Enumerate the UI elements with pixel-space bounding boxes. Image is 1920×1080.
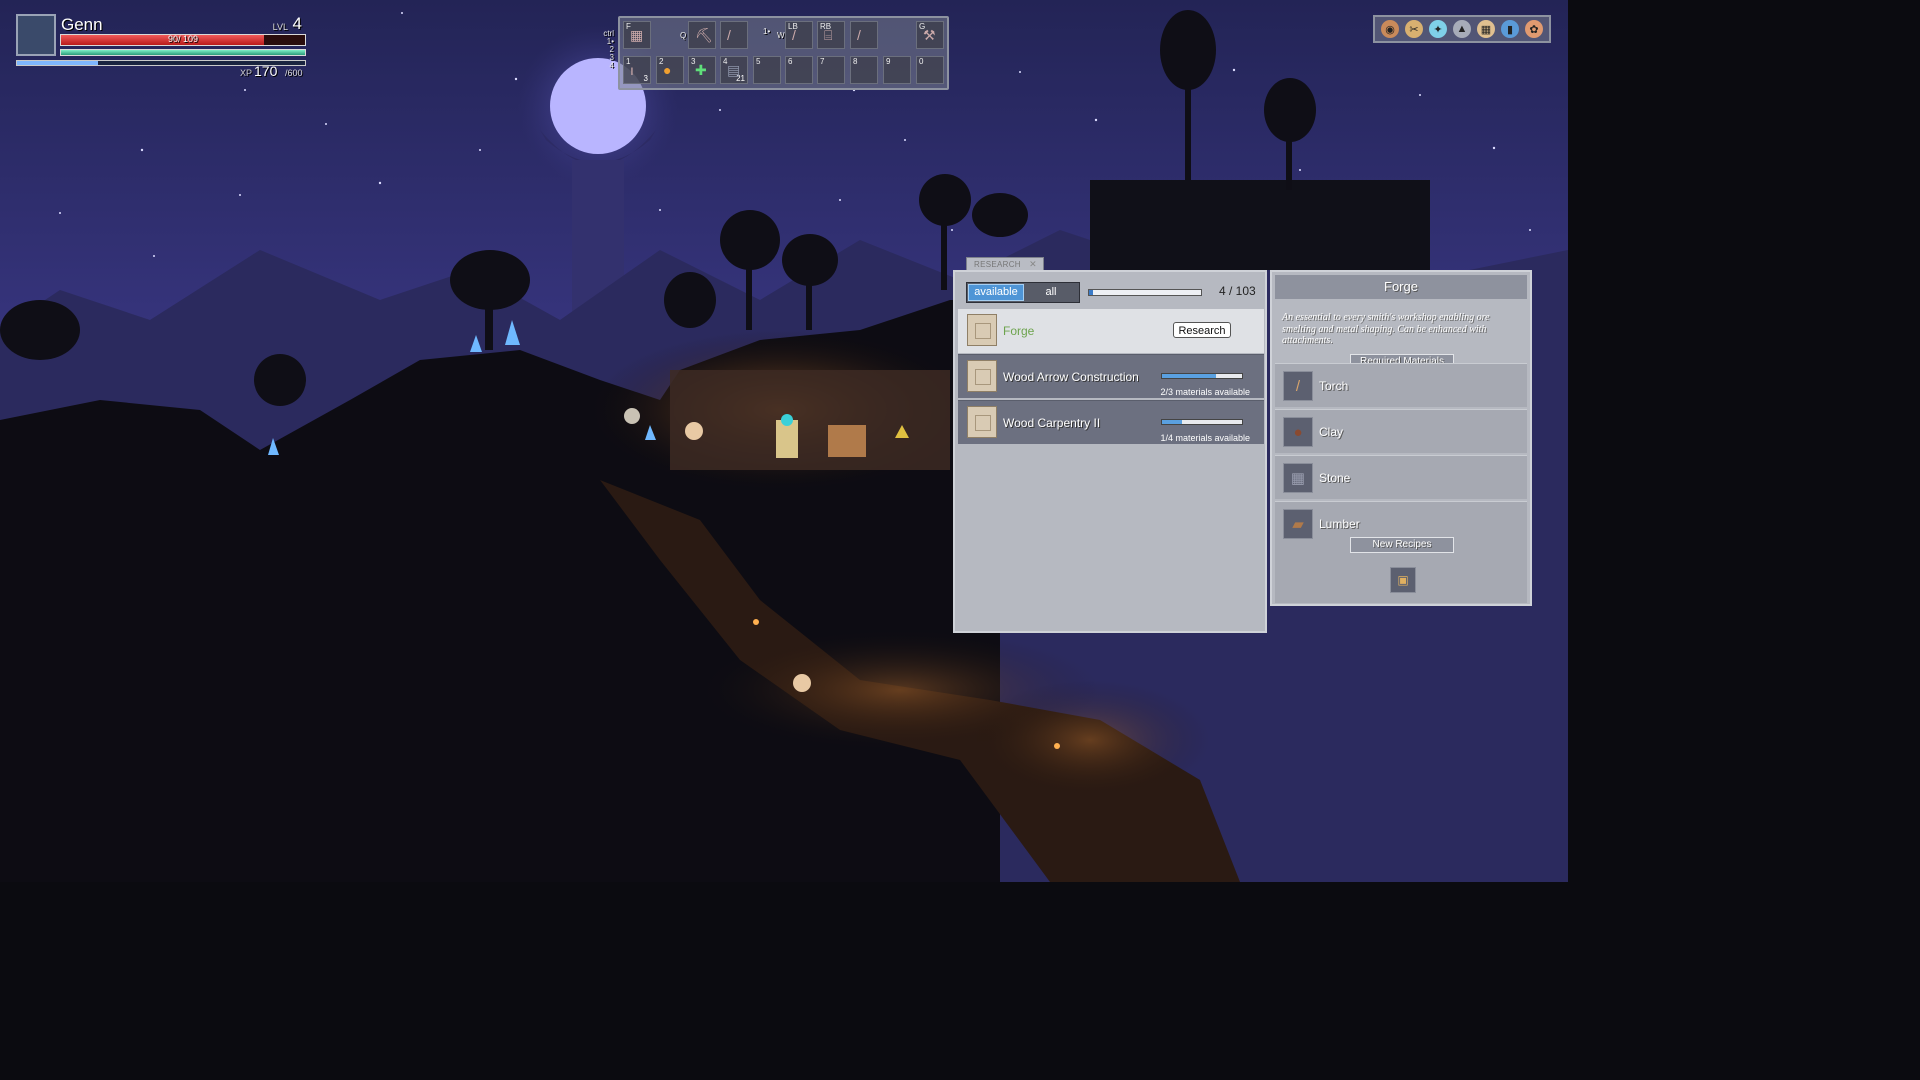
material-name: Lumber	[1319, 517, 1360, 531]
ship-icon[interactable]: ▲	[1453, 20, 1471, 38]
player-level: 4	[292, 14, 302, 33]
main-menu-bar: ◉ ✂ ✦ ▲ ▦ ▮ ✿	[1373, 15, 1551, 43]
health-text: 90/ 109	[167, 34, 199, 44]
new-recipes-label: New Recipes	[1350, 537, 1454, 553]
material-name: Stone	[1319, 471, 1351, 485]
player-status-hud: Genn LVL 4 90/ 109 XP 170 /600	[14, 12, 306, 82]
materials-progress-fill	[1162, 374, 1216, 378]
research-icon[interactable]: ✦	[1429, 20, 1447, 38]
material-row-stone: ▦ Stone	[1275, 455, 1527, 499]
research-progress-text: 4 / 103	[1219, 284, 1256, 298]
materials-available-text: 1/4 materials available	[1160, 433, 1250, 443]
hotbar-slot-7[interactable]: 7	[817, 56, 845, 84]
hotbar-row-labels: ctrl 1• 2 3 4	[596, 30, 614, 70]
materials-available-text: 2/3 materials available	[1160, 387, 1250, 397]
filter-available-button[interactable]: available	[968, 284, 1024, 301]
map-icon[interactable]: ▦	[1477, 20, 1495, 38]
hotbar-slot-5[interactable]: 5	[753, 56, 781, 84]
xp-max: /600	[285, 68, 303, 78]
forge-icon[interactable]: ▣	[1390, 567, 1416, 593]
materials-progress-fill	[1162, 420, 1182, 424]
research-window-tab: RESEARCH ✕	[966, 257, 1044, 271]
research-item-name: Forge	[1003, 324, 1035, 338]
sword-icon: /	[792, 27, 796, 43]
sword-slot[interactable]: LB /	[785, 21, 813, 49]
axe-slot[interactable]: G ⚒	[916, 21, 944, 49]
hotbar-slot-6[interactable]: 6	[785, 56, 813, 84]
blueprint-icon	[967, 314, 997, 346]
detail-title: Forge	[1275, 275, 1527, 299]
research-item-name: Wood Arrow Construction	[1003, 370, 1139, 384]
inventory-icon[interactable]: ◉	[1381, 20, 1399, 38]
fence-slot[interactable]: RB ⌸	[817, 21, 845, 49]
material-row-torch: / Torch	[1275, 363, 1527, 407]
hotbar-slot-2[interactable]: 2 ●	[656, 56, 684, 84]
grid-tool-slot[interactable]: F ▦	[623, 21, 651, 49]
research-item-forge[interactable]: Forge Research	[958, 309, 1264, 353]
settings-icon[interactable]: ✿	[1525, 20, 1543, 38]
hotbar-slot-0[interactable]: 0	[916, 56, 944, 84]
torch-icon: ı	[630, 62, 634, 78]
research-progress-bar	[1088, 289, 1202, 296]
stone-block-icon: ▤	[727, 62, 741, 78]
xp-value: 170	[254, 63, 278, 79]
research-item-wood-arrow[interactable]: Wood Arrow Construction 2/3 materials av…	[958, 354, 1264, 398]
fire-orb-icon: ●	[663, 62, 672, 78]
health-bar: 90/ 109	[60, 34, 306, 46]
research-button[interactable]: Research	[1173, 322, 1231, 338]
journal-icon[interactable]: ▮	[1501, 20, 1519, 38]
blueprint-icon	[967, 360, 997, 392]
blade-icon: /	[857, 27, 861, 43]
hotbar-slot-1[interactable]: 13ı	[623, 56, 651, 84]
detail-description: An essential to every smith's workshop e…	[1282, 312, 1490, 346]
torch-icon: /	[1283, 371, 1313, 401]
research-panel: available all 4 / 103 Forge Research Woo…	[953, 270, 1267, 633]
xp-label: XP	[240, 68, 253, 78]
stone-icon: ▦	[1283, 463, 1313, 493]
research-tab-label: RESEARCH	[974, 260, 1021, 269]
pickaxe-slot[interactable]: ⛏	[688, 21, 716, 49]
blade-slot[interactable]: /	[850, 21, 878, 49]
pickaxe-icon: ⛏	[695, 27, 713, 43]
lumber-icon: ▰	[1283, 509, 1313, 539]
player-name: Genn	[61, 15, 103, 34]
materials-progress-bar	[1161, 373, 1243, 379]
research-item-wood-carpentry[interactable]: Wood Carpentry II 1/4 materials availabl…	[958, 400, 1264, 444]
clay-icon: ●	[1283, 417, 1313, 447]
material-name: Clay	[1319, 425, 1344, 439]
grid-icon: ▦	[630, 27, 644, 43]
axe-icon: ⚒	[923, 27, 936, 43]
player-portrait	[16, 14, 56, 56]
hotbar-slot-3[interactable]: 3 ✚	[688, 56, 716, 84]
level-label: LVL	[272, 22, 288, 32]
material-row-clay: ● Clay	[1275, 409, 1527, 453]
hotkey-1: 1•	[763, 27, 771, 36]
torch-icon: /	[727, 27, 731, 43]
xp-bar-fill	[17, 61, 98, 65]
research-filter-toggle: available all	[966, 282, 1080, 303]
torch-tool-slot[interactable]: /	[720, 21, 748, 49]
stamina-bar	[60, 49, 306, 56]
hotbar-slot-9[interactable]: 9	[883, 56, 911, 84]
row-number: 4	[609, 61, 614, 70]
hotbar-slot-8[interactable]: 8	[850, 56, 878, 84]
new-recipes-area: ▣	[1275, 545, 1527, 603]
blueprint-icon	[967, 406, 997, 438]
research-progress-fill	[1089, 290, 1094, 295]
hotkey-w: W	[777, 31, 785, 40]
research-item-name: Wood Carpentry II	[1003, 416, 1101, 430]
hotbar-slot-4[interactable]: 4 21 ▤	[720, 56, 748, 84]
research-detail-panel: Forge An essential to every smith's work…	[1270, 270, 1532, 606]
heal-cross-icon: ✚	[695, 62, 707, 78]
fence-icon: ⌸	[824, 27, 833, 43]
hotbar: F ▦ Q ⛏ / 1• W LB / RB ⌸ / G ⚒ 13ı 2 ● 3 ✚ 4 21…	[618, 16, 949, 90]
stamina-bar-fill	[61, 50, 305, 55]
hotkey-q: Q	[680, 31, 687, 40]
material-name: Torch	[1319, 379, 1349, 393]
crafting-icon[interactable]: ✂	[1405, 20, 1423, 38]
filter-all-button[interactable]: all	[1029, 284, 1073, 301]
materials-progress-bar	[1161, 419, 1243, 425]
